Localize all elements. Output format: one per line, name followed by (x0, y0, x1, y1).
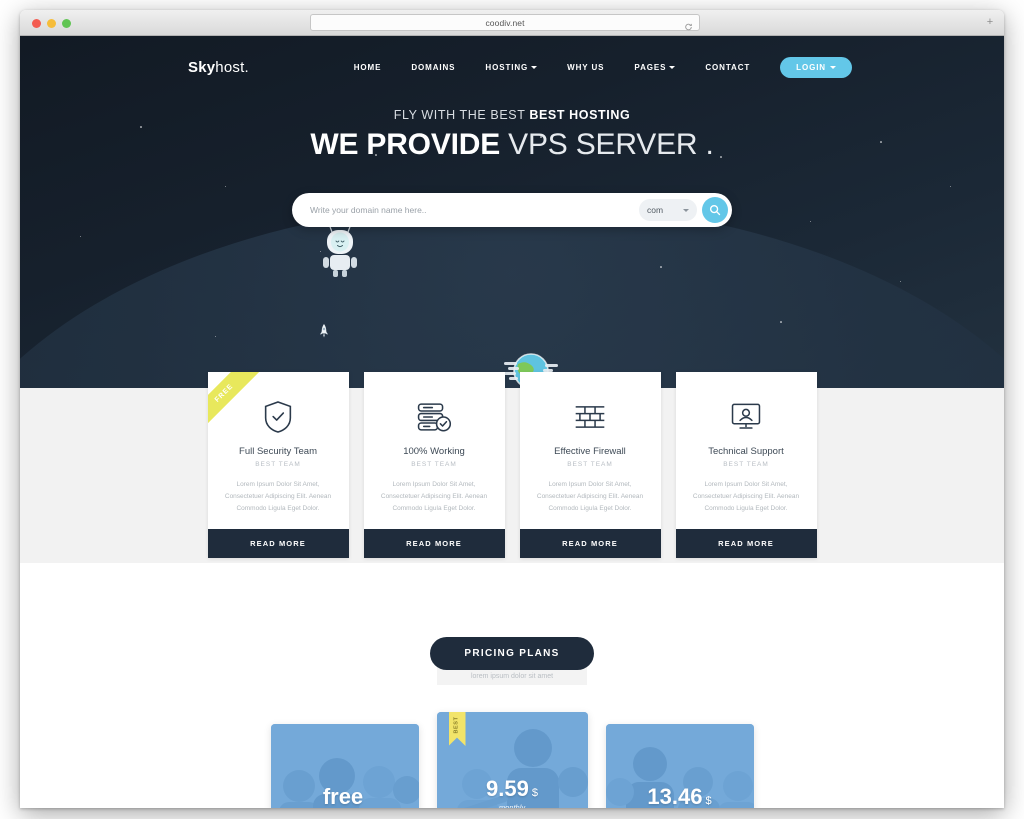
nav-item-home[interactable]: HOME (354, 63, 382, 72)
card-body: 100% Working BEST TEAM Lorem Ipsum Dolor… (364, 372, 505, 529)
read-more-button[interactable]: READ MORE (519, 529, 661, 559)
read-more-button[interactable]: READ MORE (675, 529, 817, 559)
robot-icon (320, 222, 360, 278)
nav-item-contact[interactable]: CONTACT (705, 63, 750, 72)
card-subtitle: BEST TEAM (723, 461, 769, 468)
plan-price-value: 13.46 (647, 784, 703, 808)
window-controls (32, 19, 71, 28)
card-title: Effective Firewall (554, 446, 626, 457)
nav-item-domains[interactable]: DOMAINS (411, 63, 455, 72)
address-bar[interactable]: coodiv.net (310, 14, 700, 31)
plan-price: 9.59 $ (437, 778, 588, 800)
feature-cards: FREE Full Security Team BEST TEAM Lorem … (20, 372, 1004, 559)
plan-price-value: free (322, 784, 364, 808)
browser-chrome: coodiv.net + (20, 10, 1004, 36)
pricing-header: PRICING PLANS lorem ipsum dolor sit amet (20, 563, 1004, 685)
nav-item-hosting[interactable]: HOSTING (485, 62, 538, 72)
plan-price: 13.46 $ (606, 786, 754, 808)
hero-content: FLY WITH THE BEST BEST HOSTING WE PROVID… (20, 108, 1004, 162)
search-input[interactable] (310, 205, 639, 215)
tld-select[interactable]: com (639, 199, 697, 221)
card-title: Technical Support (708, 446, 784, 457)
card-text: Lorem Ipsum Dolor Sit Amet, Consectetuer… (224, 481, 332, 513)
tld-value: com (647, 205, 664, 215)
search-button[interactable] (702, 197, 728, 223)
hero-kicker: FLY WITH THE BEST BEST HOSTING (20, 108, 1004, 122)
url-text: coodiv.net (485, 17, 525, 28)
close-window-button[interactable] (32, 19, 41, 28)
card-text: Lorem Ipsum Dolor Sit Amet, Consectetuer… (380, 481, 488, 513)
read-more-button[interactable]: READ MORE (363, 529, 505, 559)
plan-price: free (271, 786, 419, 808)
login-label: LOGIN (796, 62, 826, 72)
plan-content: 13.46$ monthly (606, 786, 754, 808)
card-body: Effective Firewall BEST TEAM Lorem Ipsum… (520, 372, 661, 529)
pricing-section: PRICING PLANS lorem ipsum dolor sit amet (20, 563, 1004, 808)
hero-headline-bold: WE PROVIDE (310, 128, 501, 161)
hero-kicker-light: FLY WITH THE BEST (393, 108, 530, 122)
pricing-plans: free all time BEST (20, 712, 1004, 808)
card-subtitle: BEST TEAM (567, 461, 613, 468)
nav-label: HOSTING (485, 62, 529, 72)
pricing-plan-standard[interactable]: BEST 9.59 $ monthly (436, 712, 588, 809)
domain-search-bar: com (292, 193, 732, 227)
server-check-icon (374, 398, 495, 436)
reload-icon[interactable] (684, 18, 693, 30)
card-text: Lorem Ipsum Dolor Sit Amet, Consectetuer… (692, 481, 800, 513)
page-viewport: Skyhost. HOME DOMAINS HOSTING WHY US PAG… (20, 36, 1004, 808)
feature-card-support[interactable]: Technical Support BEST TEAM Lorem Ipsum … (675, 372, 817, 559)
plan-content: 9.59 $ monthly (437, 778, 588, 809)
hero-headline-light: VPS SERVER . (500, 128, 714, 161)
feature-card-security[interactable]: FREE Full Security Team BEST TEAM Lorem … (207, 372, 349, 559)
firewall-icon (530, 398, 651, 436)
plan-currency: $ (531, 787, 538, 799)
logo-dot: . (244, 58, 249, 76)
pricing-plans-title[interactable]: PRICING PLANS (430, 637, 594, 670)
plan-content: free all time (271, 786, 419, 808)
read-more-button[interactable]: READ MORE (207, 529, 349, 559)
nav-label: HOME (353, 62, 382, 72)
best-ribbon-label: BEST (454, 716, 461, 734)
pricing-plan-free[interactable]: free all time (270, 724, 419, 808)
chevron-down-icon (683, 208, 689, 212)
nav-label: WHY US (567, 62, 605, 72)
nav-label: PAGES (634, 62, 667, 72)
card-subtitle: BEST TEAM (411, 461, 457, 468)
main-navigation: HOME DOMAINS HOSTING WHY US PAGES CONTAC… (354, 56, 852, 78)
plan-price-value: 9.59 (486, 776, 529, 801)
chevron-down-icon (669, 65, 676, 69)
chevron-down-icon (531, 65, 538, 69)
card-title: Full Security Team (239, 446, 317, 457)
card-subtitle: BEST TEAM (255, 461, 301, 468)
maximize-window-button[interactable] (62, 19, 71, 28)
chevron-down-icon (830, 65, 836, 69)
login-button[interactable]: LOGIN (780, 56, 852, 78)
card-title: 100% Working (403, 446, 465, 457)
card-text: Lorem Ipsum Dolor Sit Amet, Consectetuer… (536, 481, 644, 513)
logo-bold: Sky (188, 58, 216, 76)
plan-term: monthly (498, 803, 526, 808)
feature-card-firewall[interactable]: Effective Firewall BEST TEAM Lorem Ipsum… (519, 372, 661, 559)
minimize-window-button[interactable] (47, 19, 56, 28)
nav-label: DOMAINS (411, 62, 456, 72)
navbar: Skyhost. HOME DOMAINS HOSTING WHY US PAG… (20, 36, 1004, 98)
nav-label: CONTACT (705, 62, 751, 72)
site-logo[interactable]: Skyhost. (188, 59, 249, 76)
hero-kicker-bold: BEST HOSTING (529, 108, 631, 122)
feature-card-working[interactable]: 100% Working BEST TEAM Lorem Ipsum Dolor… (363, 372, 505, 559)
hero-headline: WE PROVIDE VPS SERVER . (20, 128, 1004, 162)
nav-item-why-us[interactable]: WHY US (567, 63, 604, 72)
shield-check-icon (218, 398, 339, 436)
support-monitor-icon (686, 398, 807, 436)
new-tab-icon[interactable]: + (984, 17, 996, 29)
pricing-plan-premium[interactable]: 13.46$ monthly (605, 724, 754, 808)
hero-section: Skyhost. HOME DOMAINS HOSTING WHY US PAG… (20, 36, 1004, 388)
rocket-icon (319, 324, 329, 338)
logo-light: host (215, 58, 245, 76)
browser-window: coodiv.net + Skyhost. HOME DOMAINS HOSTI… (20, 10, 1004, 808)
plan-currency: $ (705, 795, 712, 807)
card-body: Technical Support BEST TEAM Lorem Ipsum … (676, 372, 817, 529)
nav-item-pages[interactable]: PAGES (634, 62, 676, 72)
